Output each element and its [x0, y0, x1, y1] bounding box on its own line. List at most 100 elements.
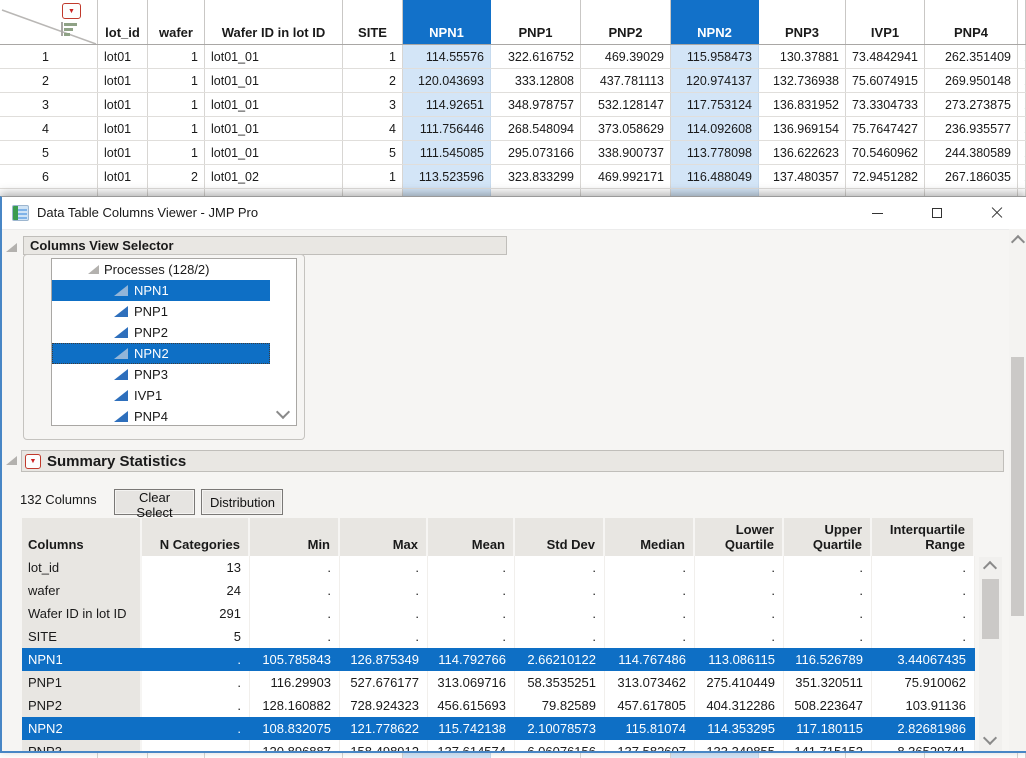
data-cell[interactable]: 73.3304733	[846, 93, 925, 116]
data-cell[interactable]	[581, 753, 671, 758]
table-corner-cell[interactable]: ▼	[0, 0, 98, 44]
data-cell[interactable]: lot01_01	[205, 141, 343, 164]
tree-scroll-down-icon[interactable]	[276, 405, 290, 419]
data-cell[interactable]: lot01_02	[205, 165, 343, 188]
row-number-cell[interactable]	[0, 189, 98, 196]
data-cell[interactable]: 469.39029	[581, 45, 671, 68]
data-cell[interactable]: 2	[343, 69, 403, 92]
stats-column-header-max[interactable]: Max	[340, 518, 428, 556]
distribution-button[interactable]: Distribution	[201, 489, 283, 515]
summary-disclosure-triangle-icon[interactable]	[6, 456, 17, 465]
data-cell[interactable]	[343, 753, 403, 758]
minimize-button[interactable]	[854, 197, 900, 229]
row-number-cell[interactable]: 3	[0, 93, 98, 116]
data-cell[interactable]: 1	[148, 69, 205, 92]
stats-row-npn1[interactable]: NPN1.105.785843126.875349114.7927662.662…	[22, 648, 975, 671]
data-cell[interactable]: 1	[148, 45, 205, 68]
data-cell[interactable]	[148, 189, 205, 196]
row-number-cell[interactable]: 1	[0, 45, 98, 68]
data-cell[interactable]: 116.488049	[671, 165, 759, 188]
data-cell[interactable]: 120.043693	[403, 69, 491, 92]
data-cell[interactable]: 1	[1018, 117, 1026, 140]
row-number-cell[interactable]: 4	[0, 117, 98, 140]
data-cell[interactable]: 5	[343, 141, 403, 164]
stats-row-site[interactable]: SITE5........	[22, 625, 975, 648]
data-cell[interactable]: 1	[148, 117, 205, 140]
column-header-Wafer ID in lot ID[interactable]: Wafer ID in lot ID	[205, 0, 343, 44]
data-cell[interactable]: lot01	[98, 141, 148, 164]
data-cell[interactable]	[98, 753, 148, 758]
data-cell[interactable]: lot01_01	[205, 69, 343, 92]
tree-item-NPN2[interactable]: NPN2	[52, 343, 270, 364]
data-cell[interactable]	[491, 189, 581, 196]
data-cell[interactable]: 137.480357	[759, 165, 846, 188]
stats-scrollbar-thumb[interactable]	[982, 579, 999, 639]
stats-column-header-mean[interactable]: Mean	[428, 518, 515, 556]
tree-item-PNP2[interactable]: PNP2	[52, 322, 270, 343]
data-cell[interactable]: 322.616752	[491, 45, 581, 68]
stats-row-pnp3[interactable]: PNP3.120.896887158.498912137.6145746.060…	[22, 740, 975, 753]
stats-column-header-upper-quartile[interactable]: Upper Quartile	[784, 518, 872, 556]
data-cell[interactable]: 136.622623	[759, 141, 846, 164]
data-cell[interactable]	[403, 753, 491, 758]
data-cell[interactable]: 338.900737	[581, 141, 671, 164]
data-cell[interactable]: 113.778098	[671, 141, 759, 164]
tree-item-PNP1[interactable]: PNP1	[52, 301, 270, 322]
summary-statistics-header[interactable]: ▼ Summary Statistics	[21, 450, 1004, 472]
data-cell[interactable]: 1	[1018, 165, 1026, 188]
filter-bars-icon[interactable]	[61, 22, 79, 38]
data-cell[interactable]: 130.37881	[759, 45, 846, 68]
data-cell[interactable]: 244.380589	[925, 141, 1018, 164]
data-cell[interactable]: 2	[148, 165, 205, 188]
data-cell[interactable]: 1	[148, 93, 205, 116]
data-cell[interactable]: 532.128147	[581, 93, 671, 116]
data-cell[interactable]	[925, 189, 1018, 196]
window-scrollbar-thumb[interactable]	[1011, 357, 1024, 616]
tree-item-NPN1[interactable]: NPN1	[52, 280, 270, 301]
data-cell[interactable]: lot01	[98, 45, 148, 68]
data-cell[interactable]: 4	[343, 117, 403, 140]
data-cell[interactable]	[1018, 189, 1026, 196]
data-cell[interactable]	[98, 189, 148, 196]
data-cell[interactable]: 113.523596	[403, 165, 491, 188]
tree-item-PNP3[interactable]: PNP3	[52, 364, 270, 385]
data-cell[interactable]	[1018, 753, 1026, 758]
stats-column-header-median[interactable]: Median	[605, 518, 695, 556]
columns-view-selector-header[interactable]: Columns View Selector	[23, 236, 507, 255]
close-button[interactable]	[974, 197, 1020, 229]
column-header-IVP1[interactable]: IVP1	[846, 0, 925, 44]
stats-row-wafer[interactable]: wafer24........	[22, 579, 975, 602]
data-cell[interactable]: lot01	[98, 93, 148, 116]
window-scrollbar[interactable]	[1009, 229, 1026, 752]
row-number-cell[interactable]: 2	[0, 69, 98, 92]
data-cell[interactable]	[671, 753, 759, 758]
table-red-menu-icon[interactable]: ▼	[62, 3, 81, 19]
scroll-up-icon[interactable]	[983, 561, 997, 575]
data-cell[interactable]: 1	[1018, 141, 1026, 164]
data-cell[interactable]: lot01_01	[205, 45, 343, 68]
data-cell[interactable]: 72.9451282	[846, 165, 925, 188]
data-cell[interactable]: 267.186035	[925, 165, 1018, 188]
disclosure-triangle-icon[interactable]	[88, 265, 99, 274]
scroll-up-icon[interactable]	[1011, 235, 1025, 249]
stats-column-header-n-categories[interactable]: N Categories	[142, 518, 250, 556]
data-cell[interactable]: 1	[1018, 69, 1026, 92]
data-cell[interactable]	[148, 753, 205, 758]
data-cell[interactable]: 111.545085	[403, 141, 491, 164]
data-cell[interactable]	[403, 189, 491, 196]
stats-column-header-lower-quartile[interactable]: Lower Quartile	[695, 518, 784, 556]
data-cell[interactable]: 117.753124	[671, 93, 759, 116]
data-cell[interactable]	[846, 189, 925, 196]
data-cell[interactable]: 269.950148	[925, 69, 1018, 92]
data-cell[interactable]: 295.073166	[491, 141, 581, 164]
summary-red-menu-icon[interactable]: ▼	[25, 454, 41, 469]
column-header-partial[interactable]	[1018, 0, 1026, 44]
data-cell[interactable]: 1	[1018, 93, 1026, 116]
data-cell[interactable]: lot01	[98, 69, 148, 92]
data-cell[interactable]: 469.992171	[581, 165, 671, 188]
tree-item-PNP4[interactable]: PNP4	[52, 406, 270, 426]
data-cell[interactable]: 132.736938	[759, 69, 846, 92]
data-cell[interactable]: lot01_01	[205, 117, 343, 140]
tree-item-IVP1[interactable]: IVP1	[52, 385, 270, 406]
stats-row-lot_id[interactable]: lot_id13........	[22, 556, 975, 579]
